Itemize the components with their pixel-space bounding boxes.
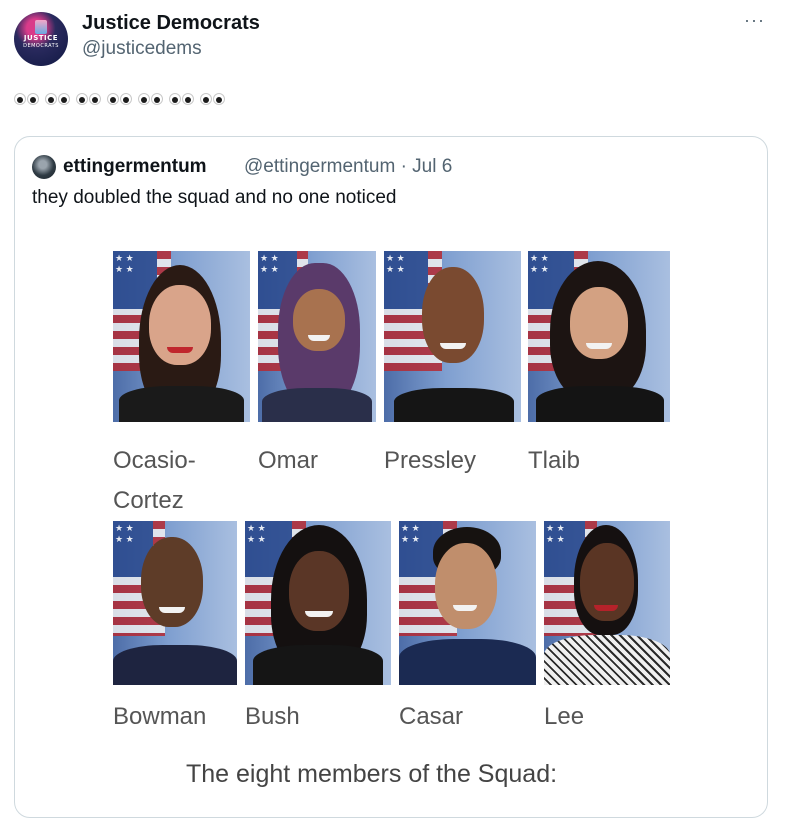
quoted-author-avatar[interactable] (32, 155, 56, 179)
member-photo (245, 521, 391, 685)
quoted-author-name[interactable]: ettingermentum (63, 156, 207, 178)
author-avatar[interactable]: JUSTICE DEMOCRATS (14, 12, 68, 66)
member-name-casar: Casar (399, 703, 464, 730)
member-name-omar: Omar (258, 447, 318, 474)
image-caption: The eight members of the Squad: (186, 760, 558, 788)
member-photo (544, 521, 670, 685)
avatar-flag-icon (35, 20, 47, 34)
avatar-logo-subtext: DEMOCRATS (23, 43, 59, 49)
eyes-emoji-icon (76, 93, 101, 105)
member-photo (399, 521, 536, 685)
member-photo (113, 251, 250, 422)
eyes-emoji-icon (138, 93, 163, 105)
member-name-bowman: Bowman (113, 703, 207, 730)
member-photo (384, 251, 521, 422)
member-name-pressley: Pressley (384, 447, 477, 474)
member-name-ocasio-cortez: Ocasio- Cortez (113, 441, 196, 521)
member-name-lee: Lee (544, 703, 585, 730)
eyes-emoji-icon (169, 93, 194, 105)
member-photo (528, 251, 670, 422)
member-name-tlaib: Tlaib (528, 447, 581, 474)
eyes-emoji-icon (45, 93, 70, 105)
eyes-emoji-icon (107, 93, 132, 105)
member-name-bush: Bush (245, 703, 300, 730)
tweet-text-eyes-emoji (14, 93, 229, 105)
author-handle[interactable]: @justicedems (82, 38, 202, 60)
member-name-line2: Cortez (113, 487, 184, 514)
eyes-emoji-icon (14, 93, 39, 105)
author-name[interactable]: Justice Democrats (82, 12, 260, 35)
member-photo (113, 521, 237, 685)
quoted-author-meta[interactable]: @ettingermentum · Jul 6 (244, 156, 452, 178)
quoted-tweet-card[interactable]: ettingermentum @ettingermentum · Jul 6 t… (14, 136, 768, 818)
member-photo (258, 251, 376, 422)
member-name-line1: Ocasio- (113, 447, 196, 474)
avatar-logo-text: JUSTICE (23, 34, 59, 42)
eyes-emoji-icon (200, 93, 225, 105)
quoted-tweet-text: they doubled the squad and no one notice… (32, 187, 397, 208)
more-options-icon[interactable]: ··· (744, 10, 765, 31)
